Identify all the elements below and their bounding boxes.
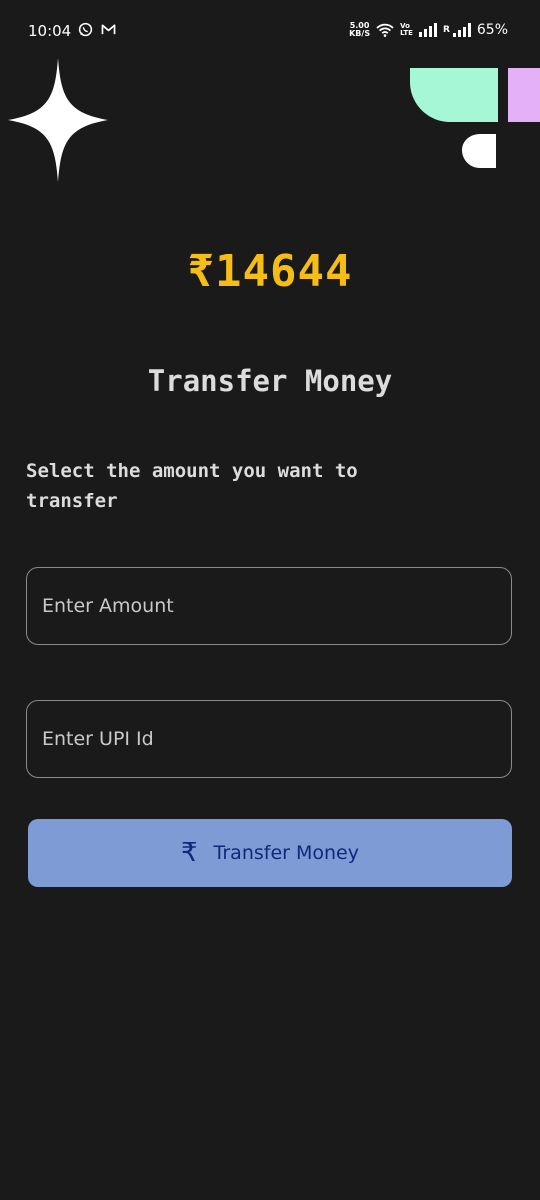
wallet-balance: ₹14644 <box>187 246 353 297</box>
status-bar: 10:04 5.00 KB/S Vo LTE R 65% <box>0 0 540 64</box>
battery-percent: 65% <box>476 22 508 38</box>
signal-roaming-icon <box>452 23 471 37</box>
volte-bottom: LTE <box>400 29 413 37</box>
amount-input[interactable] <box>26 567 512 645</box>
roaming-label: R <box>442 25 450 35</box>
page-title: Transfer Money <box>147 364 393 398</box>
whatsapp-icon <box>78 22 93 37</box>
decorative-shapes <box>410 68 540 168</box>
sparkle-icon <box>8 58 108 182</box>
transfer-money-button[interactable]: ₹ Transfer Money <box>28 819 512 887</box>
notification-icons <box>78 22 116 37</box>
status-time: 10:04 <box>28 22 72 40</box>
wifi-icon <box>376 23 394 37</box>
rupee-icon: ₹ <box>181 838 198 868</box>
network-speed: 5.00 KB/S <box>349 22 370 38</box>
signal-icon <box>418 23 437 37</box>
system-indicators: 5.00 KB/S Vo LTE R 65% <box>349 22 508 39</box>
transfer-money-label: Transfer Money <box>213 842 359 864</box>
instruction-text: Select the amount you want to transfer <box>26 460 358 512</box>
speed-unit: KB/S <box>349 29 371 38</box>
gmail-icon <box>101 24 116 35</box>
upi-id-input[interactable] <box>26 700 512 778</box>
volte-indicator: Vo LTE <box>400 23 413 37</box>
